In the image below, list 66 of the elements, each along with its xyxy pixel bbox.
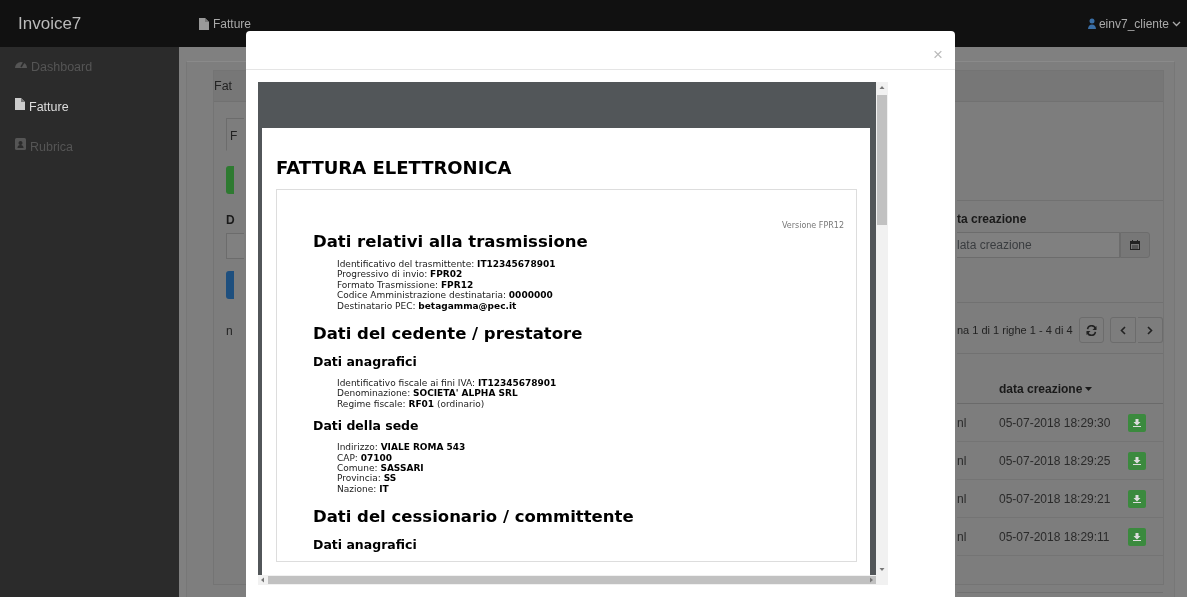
next-page-button[interactable] — [1137, 317, 1163, 343]
pagination-info: na 1 di 1 righe 1 - 4 di 4 — [957, 322, 1073, 338]
field-line: Provincia: SS — [337, 473, 398, 484]
download-icon — [1133, 494, 1141, 503]
field-label: ta creazione — [957, 211, 1028, 228]
refresh-icon — [1085, 324, 1097, 336]
document-title: FATTURA ELETTRONICA — [276, 156, 513, 180]
download-button[interactable] — [1128, 527, 1146, 546]
sort-caret-icon — [1085, 386, 1093, 391]
horizontal-scrollbar[interactable] — [258, 575, 888, 585]
vertical-scrollbar[interactable] — [876, 82, 888, 575]
section-heading: Dati relativi alla trasmissione — [313, 231, 589, 253]
caret-icon — [1172, 20, 1181, 27]
subsection-heading: Dati anagrafici — [313, 353, 418, 371]
scroll-thumb[interactable] — [268, 576, 876, 584]
download-button[interactable] — [1128, 451, 1146, 470]
text-fragment: n — [226, 323, 234, 340]
file-icon — [199, 17, 209, 30]
user-menu[interactable]: einv7_cliente — [1087, 14, 1181, 33]
section-heading: Dati del cessionario / committente — [313, 506, 635, 529]
contact-book-icon — [15, 138, 26, 150]
chevron-right-icon — [1146, 325, 1153, 335]
field-line: Indirizzo: VIALE ROMA 543 — [337, 442, 467, 453]
table-cell-text: nl — [957, 490, 968, 508]
table-cell-text: 05-07-2018 18:29:25 — [999, 452, 1111, 470]
field-line: Denominazione: SOCIETA' ALPHA SRL — [337, 388, 519, 399]
date-input[interactable]: lata creazione — [957, 232, 1120, 258]
subsection-heading: Dati della sede — [313, 417, 420, 435]
field-line: Regime fiscale: RF01 (ordinario) — [337, 398, 486, 410]
table-cell-text: 05-07-2018 18:29:21 — [999, 490, 1111, 508]
field-line: Nazione: IT — [337, 483, 390, 495]
table-cell-text: nl — [957, 414, 968, 432]
field-line: Codice Amministrazione destinataria: 0000000 — [337, 290, 554, 301]
calendar-icon — [1130, 240, 1140, 250]
subsection-heading: Dati anagrafici — [313, 536, 418, 554]
user-icon — [1087, 18, 1096, 29]
field-line: Identificativo del trasmittente: IT12345678901 — [337, 259, 557, 270]
sidebar-item[interactable]: Fatture — [0, 98, 179, 138]
field-line: CAP: 07100 — [337, 452, 394, 464]
table-cell-text: nl — [957, 528, 968, 546]
refresh-button[interactable] — [1078, 317, 1105, 343]
download-button[interactable] — [1128, 489, 1146, 508]
previous-page-button[interactable] — [1110, 317, 1136, 343]
table-cell-text: 05-07-2018 18:29:30 — [999, 414, 1111, 432]
table-cell-text: nl — [957, 452, 968, 470]
field-line: Progressivo di invio: FPR02 — [337, 269, 464, 280]
section-heading: Dati del cedente / prestatore — [313, 323, 584, 346]
download-icon — [1133, 418, 1141, 427]
page-title: Fatture — [213, 15, 251, 33]
calendar-button[interactable] — [1120, 232, 1150, 258]
card-title: Fat — [214, 79, 233, 93]
download-icon — [1133, 532, 1141, 541]
version-label: Versione FPR12 — [780, 221, 844, 231]
field-line: Formato Trasmissione: FPR12 — [337, 279, 475, 291]
download-button[interactable] — [1128, 413, 1146, 432]
field-label: D — [226, 212, 236, 229]
file-icon — [15, 98, 25, 110]
scroll-thumb[interactable] — [877, 95, 887, 225]
download-icon — [1133, 456, 1141, 465]
field-line: Identificativo fiscale ai fini IVA: IT12345678901 — [337, 378, 558, 389]
field-line: Comune: SASSARI — [337, 463, 425, 474]
field-line: Destinatario PEC: betagamma@pec.it — [337, 300, 518, 312]
brand-name[interactable]: Invoice7 — [0, 10, 183, 37]
column-header[interactable]: data creazione — [999, 379, 1093, 398]
chevron-left-icon — [1119, 325, 1126, 335]
table-cell-text: 05-07-2018 18:29:11 — [999, 528, 1110, 546]
